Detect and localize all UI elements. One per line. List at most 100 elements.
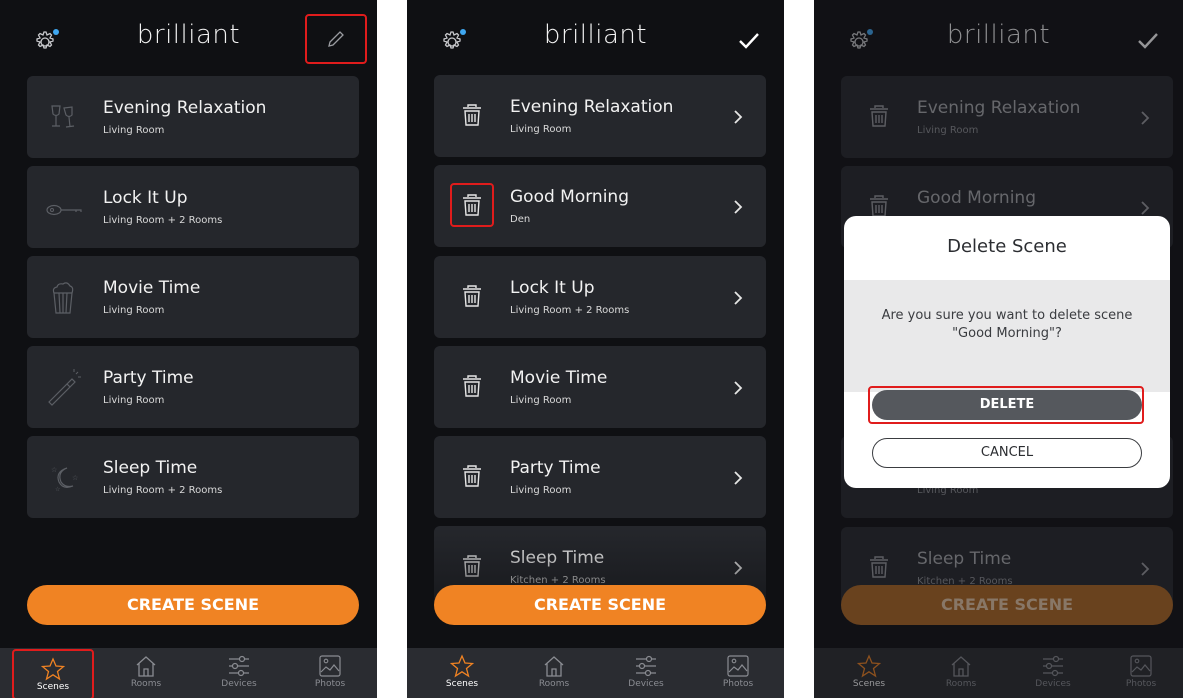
scene-subtitle: Living Room + 2 Rooms [103,215,223,226]
delete-button[interactable]: DELETE [872,390,1142,420]
trash-icon [463,465,481,487]
bottom-tab-bar: Scenes Rooms Devices Photos [0,648,377,698]
tab-label: Devices [628,679,664,689]
phone-screen-delete-dialog: brilliant Evening Relaxation Living Room G… [814,0,1183,698]
tab-label: Devices [221,679,257,689]
chevron-right-icon [734,471,743,485]
create-scene-button[interactable]: CREATE SCENE [434,585,766,625]
scene-subtitle: Living Room + 2 Rooms [510,305,630,316]
scene-title: Sleep Time [103,458,198,478]
scene-title: Party Time [103,368,194,388]
scene-title: Lock It Up [510,278,595,298]
scene-card-evening-relaxation[interactable]: Evening Relaxation Living Room [27,76,359,158]
tab-devices[interactable]: Devices [611,648,681,698]
chevron-right-icon [734,200,743,214]
tab-devices[interactable]: Devices [204,648,274,698]
house-icon [544,656,564,677]
scene-card-party-time[interactable]: Party Time Living Room [27,346,359,428]
trash-icon [463,555,481,577]
scene-card[interactable]: Party Time Living Room [434,436,766,518]
dialog-message: Are you sure you want to delete scene "G… [844,280,1170,392]
tab-label: Scenes [36,682,70,692]
dialog-message-line: "Good Morning"? [952,326,1062,341]
tab-label: Rooms [538,679,570,689]
cancel-button[interactable]: CANCEL [872,438,1142,468]
sliders-icon [229,655,249,677]
scene-title: Good Morning [510,187,629,207]
svg-text:☆: ☆ [51,466,57,474]
delete-scene-button[interactable] [450,454,494,498]
tab-label: Photos [314,679,346,689]
scene-title: Lock It Up [103,188,188,208]
chevron-right-icon [734,561,743,575]
trash-icon [463,375,481,397]
trash-icon [463,285,481,307]
scene-title: Party Time [510,458,601,478]
scene-subtitle: Living Room [510,124,572,135]
tab-scenes[interactable]: Scenes [427,648,497,698]
popcorn-icon [52,282,74,314]
scene-subtitle: Living Room [510,485,572,496]
tab-label: Rooms [130,679,162,689]
star-icon [41,657,65,681]
scene-subtitle: Living Room [510,395,572,406]
scene-subtitle: Living Room [103,305,165,316]
moon-stars-icon: ☆ ☆ ☆ [51,466,78,493]
tab-rooms[interactable]: Rooms [111,648,181,698]
dialog-title: Delete Scene [947,236,1067,257]
house-icon [136,656,156,677]
svg-text:☆: ☆ [72,474,78,482]
delete-scene-button[interactable] [450,364,494,408]
scene-card-lock-it-up[interactable]: Lock It Up Living Room + 2 Rooms [27,166,359,248]
tab-label: Photos [722,679,754,689]
scene-card-sleep-time[interactable]: ☆ ☆ ☆ Sleep Time Living Room + 2 Rooms [27,436,359,518]
scene-card[interactable]: Lock It Up Living Room + 2 Rooms [434,256,766,338]
delete-scene-button[interactable] [450,93,494,137]
scene-title: Evening Relaxation [103,98,267,118]
bottom-tab-bar: Scenes Rooms Devices Photos [407,648,784,698]
scene-subtitle: Living Room [103,395,165,406]
trash-icon [463,104,481,126]
tab-scenes[interactable]: Scenes [12,649,94,698]
delete-scene-button[interactable] [450,544,494,588]
top-bar: brilliant [407,0,784,68]
delete-scene-dialog: Delete Scene Are you sure you want to de… [844,216,1170,488]
photo-icon [727,655,749,677]
photo-icon [319,655,341,677]
tab-photos[interactable]: Photos [295,648,365,698]
scene-card[interactable]: Movie Time Living Room [434,346,766,428]
scene-card[interactable]: Good Morning Den [434,165,766,247]
phone-screen-edit-scenes: brilliant Evening Relaxation Living Room G… [407,0,784,698]
scene-card[interactable]: Evening Relaxation Living Room [434,75,766,157]
scene-title: Sleep Time [510,548,605,568]
edit-pencil-button[interactable] [305,14,367,64]
scene-card-movie-time[interactable]: Movie Time Living Room [27,256,359,338]
tab-photos[interactable]: Photos [703,648,773,698]
chevron-right-icon [734,110,743,124]
checkmark-icon[interactable] [736,28,762,52]
top-bar: brilliant [0,0,377,68]
tab-label: Scenes [445,679,479,689]
pencil-icon [328,31,344,47]
svg-text:☆: ☆ [55,486,60,493]
dialog-message-line: Are you sure you want to delete scene [881,308,1133,323]
sliders-icon [636,655,656,677]
delete-scene-button[interactable] [450,183,494,227]
scene-title: Movie Time [510,368,608,388]
tab-rooms[interactable]: Rooms [519,648,589,698]
trash-icon [463,194,481,216]
scene-subtitle: Living Room [103,125,165,136]
champagne-icon [48,369,81,406]
chevron-right-icon [734,381,743,395]
create-scene-button[interactable]: CREATE SCENE [27,585,359,625]
scene-subtitle: Den [510,214,531,225]
chevron-right-icon [734,291,743,305]
scene-subtitle: Living Room + 2 Rooms [103,485,223,496]
phone-screen-scenes-list: brilliant Evening Relaxation Living Room… [0,0,377,698]
star-icon [450,654,474,678]
wine-glasses-icon [51,105,75,128]
brilliant-logo: brilliant [543,20,648,50]
scene-title: Evening Relaxation [510,97,674,117]
delete-scene-button[interactable] [450,274,494,318]
scene-title: Movie Time [103,278,201,298]
